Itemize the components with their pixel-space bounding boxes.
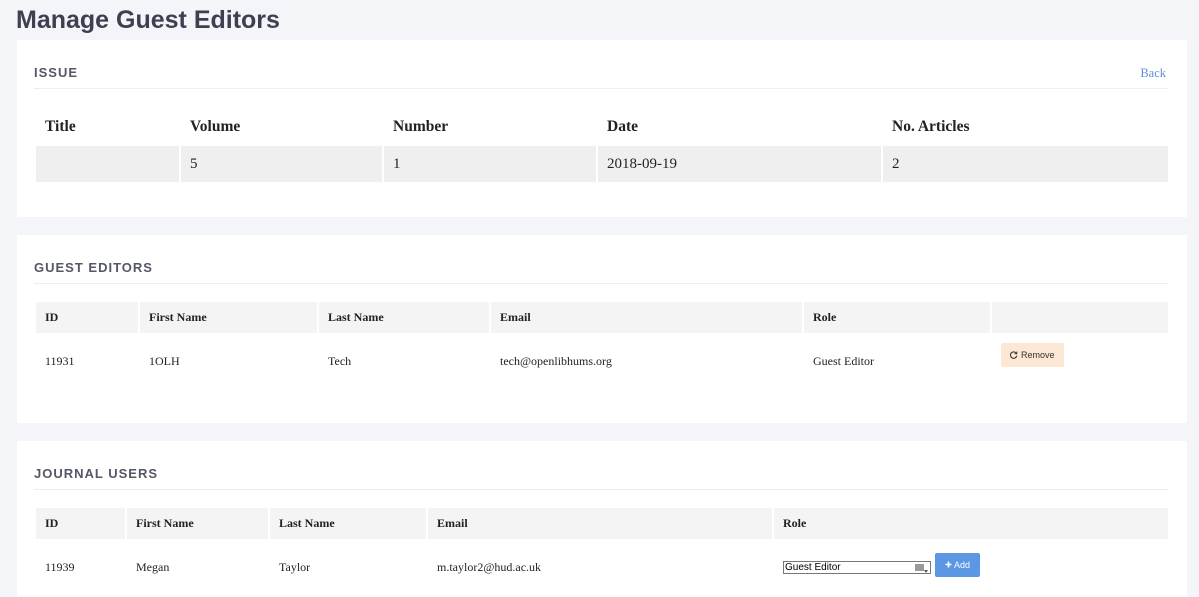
journal-users-table-header: ID First Name Last Name Email Role (36, 508, 1168, 539)
role-select-value: Guest Editor (785, 562, 841, 573)
user-role-cell: Guest Editor Add (774, 539, 1168, 596)
col-id: ID (36, 508, 127, 539)
editor-email: tech@openlibhums.org (500, 354, 612, 368)
table-row: 11939 Megan Taylor m.taylor2@hud.ac.uk G… (36, 539, 1168, 596)
remove-button[interactable]: Remove (1001, 342, 1064, 367)
page-title: Manage Guest Editors (16, 6, 280, 34)
col-date: Date (607, 117, 638, 135)
col-first-name: First Name (127, 508, 270, 539)
user-first-name: Megan (136, 560, 170, 574)
col-role: Role (774, 508, 1168, 539)
refresh-icon (1010, 350, 1018, 359)
editor-last-name: Tech (328, 354, 352, 368)
plus-icon (945, 561, 952, 568)
issue-table: Title Volume Number Date No. Articles 5 … (36, 107, 1168, 182)
guest-editors-header: GUEST EDITORS (34, 235, 1168, 284)
issue-panel: ISSUE Back Title Volume Number Date No. … (17, 40, 1187, 217)
issue-table-header: Title Volume Number Date No. Articles (36, 107, 1168, 146)
issue-header: ISSUE Back (34, 40, 1168, 89)
issue-articles: 2 (883, 146, 1168, 182)
issue-volume: 5 (181, 146, 384, 182)
guest-editors-panel: GUEST EDITORS ID First Name Last Name Em… (17, 235, 1187, 423)
table-row: 11931 1OLH Tech tech@openlibhums.org Gue… (36, 333, 1168, 390)
user-last-name: Taylor (279, 560, 311, 574)
guest-editors-heading: GUEST EDITORS (34, 260, 153, 275)
col-articles: No. Articles (892, 117, 970, 135)
editor-role: Guest Editor (813, 354, 874, 368)
dropdown-arrow-icon (914, 562, 928, 573)
col-email: Email (428, 508, 774, 539)
guest-editors-table-header: ID First Name Last Name Email Role (36, 302, 1168, 333)
col-last-name: Last Name (270, 508, 428, 539)
issue-heading: ISSUE (34, 65, 79, 80)
role-select[interactable]: Guest Editor (783, 561, 931, 574)
user-email: m.taylor2@hud.ac.uk (437, 560, 542, 574)
col-email: Email (491, 302, 804, 333)
col-role: Role (804, 302, 992, 333)
issue-title (36, 146, 181, 182)
journal-users-table: ID First Name Last Name Email Role 11939… (36, 508, 1168, 596)
issue-number: 1 (384, 146, 598, 182)
guest-editors-table: ID First Name Last Name Email Role 11931… (36, 302, 1168, 390)
col-first-name: First Name (140, 302, 319, 333)
col-action (992, 302, 1168, 333)
table-row: 5 1 2018-09-19 2 (36, 146, 1168, 182)
col-last-name: Last Name (319, 302, 491, 333)
back-link[interactable]: Back (1140, 66, 1166, 81)
col-title: Title (45, 117, 76, 135)
add-button-label: Add (954, 559, 971, 570)
issue-date: 2018-09-19 (598, 146, 883, 182)
editor-id: 11931 (45, 354, 75, 368)
editor-action-cell: Remove (992, 333, 1168, 390)
journal-users-panel: JOURNAL USERS ID First Name Last Name Em… (17, 441, 1187, 597)
col-volume: Volume (190, 117, 241, 135)
remove-button-label: Remove (1021, 349, 1055, 360)
col-id: ID (36, 302, 140, 333)
journal-users-header: JOURNAL USERS (34, 441, 1168, 490)
add-button[interactable]: Add (935, 552, 981, 577)
editor-first-name: 1OLH (149, 354, 180, 368)
user-id: 11939 (45, 560, 75, 574)
journal-users-heading: JOURNAL USERS (34, 466, 159, 481)
col-number: Number (393, 117, 449, 135)
